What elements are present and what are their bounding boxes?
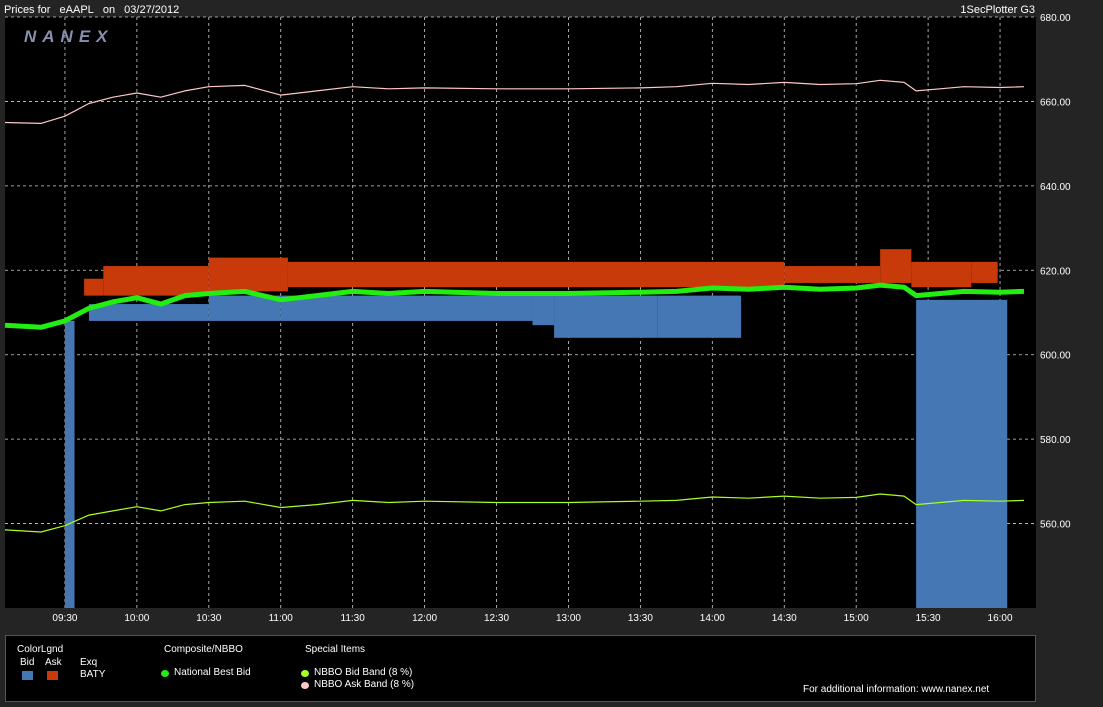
- ask-bar: [103, 266, 209, 296]
- x-tick-label: 13:00: [556, 613, 581, 624]
- x-tick-label: 15:00: [844, 613, 869, 624]
- y-tick-label: 620.00: [1040, 266, 1071, 277]
- legend-nbbo-ask-band: NBBO Ask Band (8 %): [314, 679, 415, 690]
- nbbo-bid-band-marker: [301, 670, 309, 677]
- y-tick-label: 560.00: [1040, 520, 1071, 531]
- y-tick-label: 580.00: [1040, 435, 1071, 446]
- ask-bar: [84, 278, 104, 296]
- legend-exchange: BATY: [80, 669, 106, 680]
- legend-composite-title: Composite/NBBO: [164, 644, 243, 655]
- bid-bar: [88, 304, 209, 321]
- bid-bar: [280, 295, 533, 321]
- legend-panel: ColorLgnd Bid Ask Exq BATY Composite/NBB…: [5, 635, 1036, 702]
- x-tick-label: 12:00: [412, 613, 437, 624]
- y-tick-label: 680.00: [1040, 13, 1071, 24]
- ask-color-swatch: [47, 671, 58, 680]
- legend-exq-label: Exq: [80, 657, 98, 668]
- x-tick-label: 16:00: [988, 613, 1013, 624]
- bid-color-swatch: [22, 671, 33, 680]
- ask-bar: [880, 249, 912, 283]
- ask-bar: [971, 261, 998, 283]
- ask-bar: [287, 261, 785, 288]
- x-tick-label: 14:00: [700, 613, 725, 624]
- y-tick-label: 600.00: [1040, 351, 1071, 362]
- legend-nbbo-bid-band: NBBO Bid Band (8 %): [314, 667, 413, 678]
- x-tick-label: 11:00: [269, 613, 294, 624]
- legend-info: For additional information: www.nanex.ne…: [803, 684, 990, 695]
- ask-bar: [911, 261, 972, 288]
- ask-bar: [208, 257, 288, 292]
- nanex-logo: NANEX: [24, 27, 114, 46]
- x-tick-label: 12:30: [484, 613, 509, 624]
- x-tick-label: 15:30: [916, 613, 941, 624]
- x-tick-label: 11:30: [341, 613, 366, 624]
- nbbo-ask-band-marker: [301, 682, 309, 689]
- bid-bar: [554, 295, 658, 338]
- national-best-bid-marker: [161, 670, 169, 677]
- price-chart: 09:30 10:00 10:30 11:00 11:30 12:00 12:30 13:00…: [4, 13, 1071, 624]
- legend-bid-label: Bid: [20, 657, 35, 668]
- legend-ask-label: Ask: [45, 657, 62, 668]
- bid-bar: [657, 295, 742, 338]
- y-tick-label: 640.00: [1040, 182, 1071, 193]
- legend-colorlgnd-title: ColorLgnd: [17, 644, 64, 655]
- x-tick-label: 14:30: [772, 613, 797, 624]
- x-tick-label: 13:30: [628, 613, 653, 624]
- y-tick-label: 660.00: [1040, 97, 1071, 108]
- ask-bar: [784, 266, 881, 283]
- bid-bar: [532, 295, 555, 326]
- x-tick-label: 10:30: [196, 613, 221, 624]
- x-tick-label: 10:00: [124, 613, 149, 624]
- x-tick-label: 09:30: [52, 613, 77, 624]
- bid-bar: [916, 299, 1008, 608]
- legend-national-best-bid: National Best Bid: [174, 667, 251, 678]
- legend-special-title: Special Items: [305, 644, 366, 655]
- bid-bar: [64, 320, 75, 608]
